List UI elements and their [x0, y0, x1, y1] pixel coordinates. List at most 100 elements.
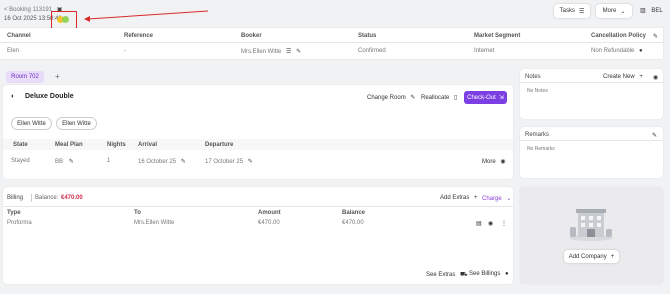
change-room-button[interactable]: Change Room ✎	[367, 94, 415, 101]
col-arrival: Arrival	[138, 142, 158, 148]
col-departure: Departure	[205, 142, 234, 148]
add-extras-label: Add Extras	[440, 195, 470, 201]
see-billings-label: See Billings	[469, 271, 501, 277]
guest-name: Ellen Witte	[62, 120, 91, 127]
building-illustration	[569, 209, 613, 241]
see-extras-button[interactable]: See Extras ⛟	[426, 271, 468, 279]
room-type: Deluxe Double	[25, 93, 74, 100]
chevron-down-icon: ⌄	[620, 8, 626, 15]
row-more-button[interactable]: More ◉	[482, 158, 506, 165]
remarks-card: Remarks ✎ No Remarks	[520, 127, 663, 178]
see-billings-button[interactable]: See Billings ●	[469, 271, 509, 277]
arrival-text: 16 October 25	[138, 159, 177, 165]
billing-title: Billing	[7, 195, 24, 201]
edit-icon[interactable]: ✎	[652, 132, 657, 139]
print-icon[interactable]: ▤	[476, 220, 482, 227]
departure-text: 17 October 25	[205, 159, 244, 165]
exit-icon: ⇲	[498, 95, 504, 101]
plus-icon: +	[639, 74, 643, 80]
booking-number: < Booking 113191	[4, 7, 53, 13]
notes-title: Notes	[525, 74, 541, 80]
market-segment-value: Internet	[474, 48, 495, 54]
balance-value: €470.00	[61, 195, 83, 201]
notes-empty: No Notes	[527, 88, 548, 94]
remarks-empty: No Remarks	[527, 146, 555, 152]
edit-icon[interactable]: ✎	[181, 159, 186, 165]
guest-chip[interactable]: Ellen Witte	[56, 117, 97, 130]
notes-card: Notes Create New + ◉ No Notes	[520, 69, 663, 119]
eye-icon[interactable]: ◉	[653, 74, 658, 81]
status-value: Confirmed	[358, 48, 386, 54]
room-card: ◐ Deluxe Double Change Room ✎ Reallocate…	[3, 85, 513, 179]
booking-info-card: Channel Reference Booker Status Market S…	[0, 28, 663, 59]
edit-icon: ✎	[410, 95, 416, 101]
add-room-tab-button[interactable]: +	[55, 72, 60, 81]
reference-value: -	[124, 48, 126, 54]
building-icon: ▥	[640, 8, 646, 14]
arrival-value: 16 October 25 ✎	[138, 158, 186, 165]
to-value: Mrs.Ellen Witte	[134, 220, 175, 226]
checkout-button[interactable]: Check-Out ⇲	[464, 91, 507, 104]
col-channel: Channel	[7, 33, 31, 39]
policy-text: Non Refundable	[591, 48, 635, 54]
departure-value: 17 October 25 ✎	[205, 158, 253, 165]
tab-room[interactable]: Room 702	[6, 71, 44, 83]
row-more-label: More	[482, 159, 496, 165]
checkout-label: Check-Out	[467, 94, 496, 101]
annotation-arrow	[84, 10, 209, 22]
user-menu[interactable]: ▥ BEL	[640, 7, 663, 14]
billing-card: Billing Balance: €470.00 Add Extras + Ch…	[3, 187, 513, 284]
edit-icon[interactable]: ✎	[653, 33, 658, 40]
company-card: Add Company +	[520, 187, 663, 284]
tasks-label: Tasks	[559, 8, 575, 14]
eye-icon[interactable]: ◉	[488, 220, 493, 227]
create-note-button[interactable]: Create New +	[603, 74, 643, 80]
add-company-button[interactable]: Add Company +	[564, 250, 619, 263]
user-code: BEL	[651, 8, 663, 14]
info-icon[interactable]: ●	[639, 48, 643, 54]
guest-chip[interactable]: Ellen Witte	[11, 117, 52, 130]
edit-icon[interactable]: ✎	[69, 159, 74, 165]
bed-icon: ◐	[11, 93, 16, 100]
booker-name: Mrs.Ellen Witte	[241, 49, 282, 55]
charge-button[interactable]: Charge ⌄	[482, 195, 511, 202]
meal-plan-text: BB	[55, 159, 64, 165]
list-icon[interactable]: ☰	[286, 49, 291, 55]
col-state: State	[13, 142, 28, 148]
more-button[interactable]: More ⌄	[596, 4, 632, 18]
tab-room-label: Room 702	[11, 74, 39, 80]
divider	[3, 206, 513, 207]
balance-label: Balance:	[35, 195, 59, 201]
cancellation-policy-value: Non Refundable ●	[591, 48, 643, 54]
col-nights: Nights	[107, 142, 126, 148]
divider	[520, 140, 663, 141]
chevron-down-icon: ⌄	[506, 196, 512, 202]
reallocate-button[interactable]: Reallocate ▯	[421, 94, 457, 101]
guest-name: Ellen Witte	[17, 120, 46, 127]
col-status: Status	[358, 33, 377, 39]
add-extras-button[interactable]: Add Extras +	[440, 195, 478, 201]
change-room-label: Change Room	[367, 95, 406, 101]
nights-value: 1	[107, 158, 111, 164]
state-value: Stayed	[11, 158, 30, 164]
edit-icon[interactable]: ✎	[248, 159, 253, 165]
charge-label: Charge	[482, 196, 502, 202]
meal-plan-value: BB ✎	[55, 158, 74, 165]
see-extras-label: See Extras	[426, 272, 456, 278]
add-company-label: Add Company	[568, 253, 607, 260]
create-note-label: Create New	[603, 74, 635, 80]
list-icon: ☰	[578, 8, 585, 15]
reallocate-label: Reallocate	[421, 95, 450, 101]
info-icon: ●	[505, 271, 509, 277]
edit-icon[interactable]: ✎	[296, 49, 301, 55]
col-cancellation-policy: Cancellation Policy	[591, 33, 647, 39]
col-reference: Reference	[124, 33, 154, 39]
cart-icon: ⛟	[460, 272, 468, 278]
col-balance: Balance	[342, 210, 366, 216]
title-divider	[31, 194, 32, 202]
plus-icon: +	[610, 253, 615, 260]
tasks-button[interactable]: Tasks ☰	[554, 4, 590, 18]
kebab-menu-icon[interactable]: ⋮	[501, 220, 507, 227]
door-icon: ▯	[454, 95, 458, 101]
col-type: Type	[7, 210, 21, 216]
